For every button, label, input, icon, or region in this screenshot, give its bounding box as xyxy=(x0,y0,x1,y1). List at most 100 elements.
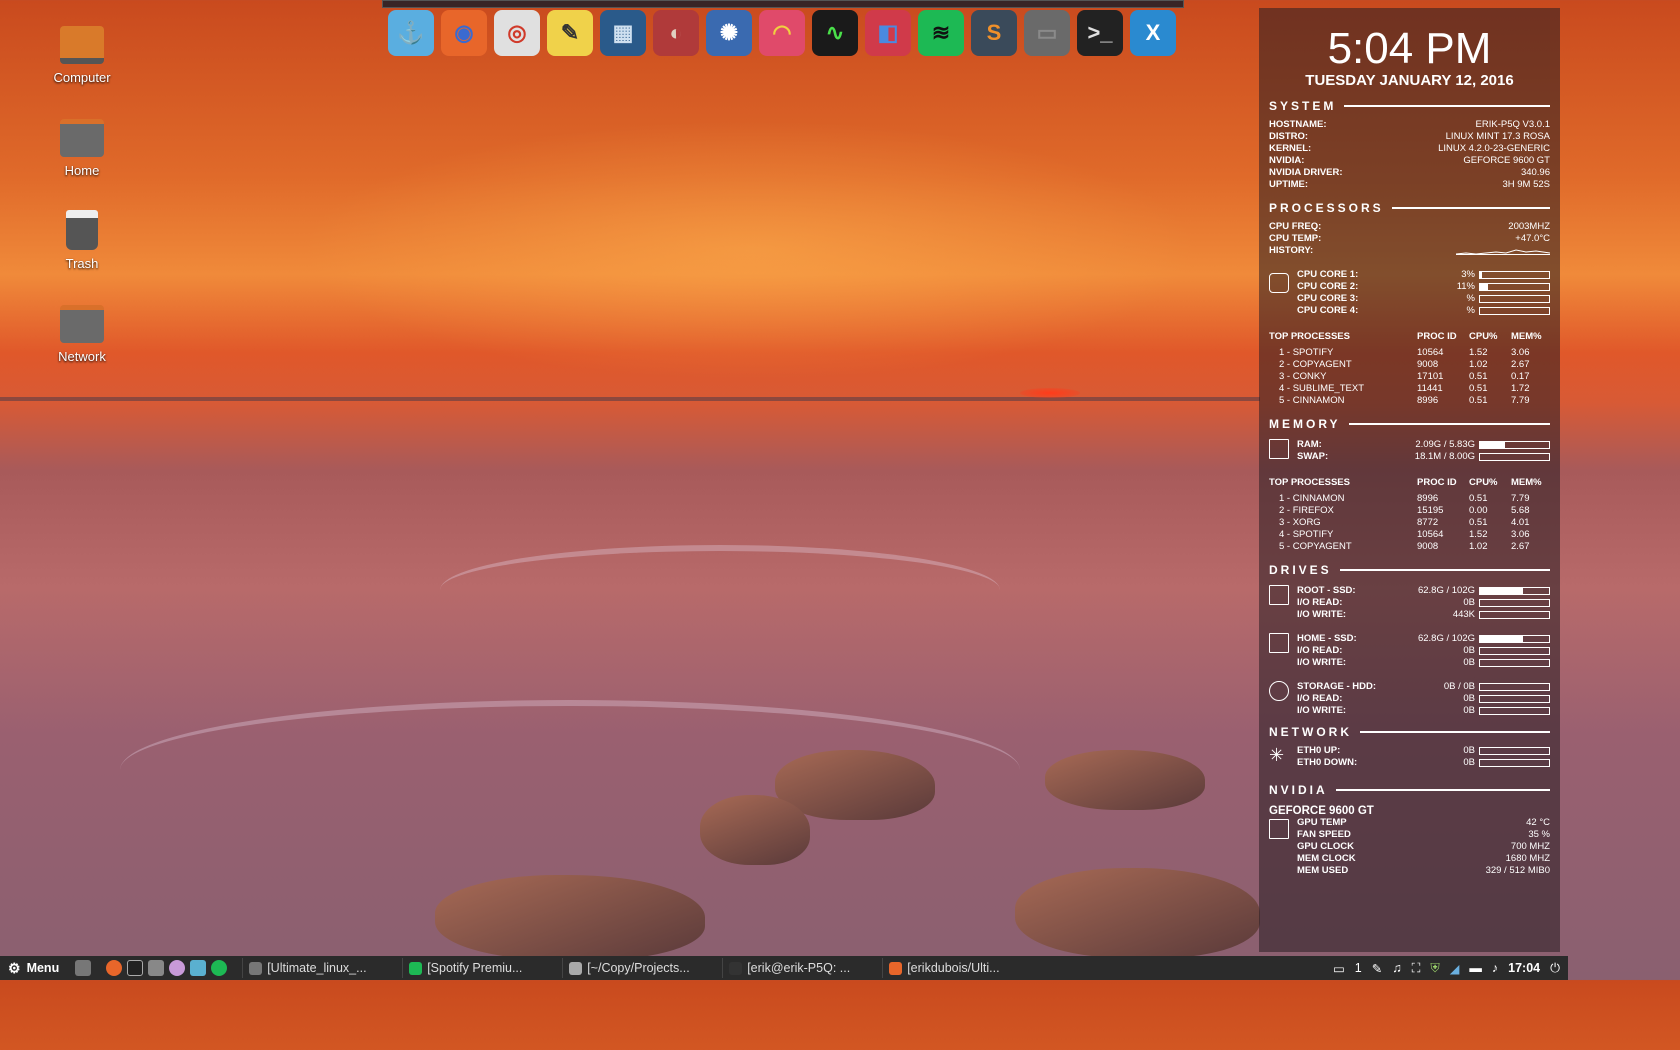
system-value: 3H 9M 52S xyxy=(1502,179,1550,190)
column-header: CPU% xyxy=(1469,331,1498,342)
network-key: ETH0 DOWN: xyxy=(1297,757,1358,768)
folder-icon[interactable]: ▭ xyxy=(1024,10,1070,56)
section-title: NVIDIA xyxy=(1269,783,1328,797)
drive-bar-fill xyxy=(1480,588,1523,594)
taskbar-window-button[interactable]: [~/Copy/Projects... xyxy=(562,958,718,978)
home-drive-icon xyxy=(1269,633,1289,653)
chrome-icon[interactable]: ◎ xyxy=(494,10,540,56)
video-icon[interactable]: ▦ xyxy=(600,10,646,56)
system-monitor-icon[interactable]: ∿ xyxy=(812,10,858,56)
drive-row: I/O READ: 0B xyxy=(1297,645,1550,657)
process-row: 1 - SPOTIFY 10564 1.52 3.06 xyxy=(1269,347,1550,359)
process-cell: 0.00 xyxy=(1469,505,1488,516)
drive-value: 62.8G / 102G xyxy=(1417,585,1475,596)
process-row: 1 - CINNAMON 8996 0.51 7.79 xyxy=(1269,493,1550,505)
cpu-history-sparkline xyxy=(1456,249,1550,255)
desktop-icon-network[interactable]: Network xyxy=(27,305,137,364)
section-title: SYSTEM xyxy=(1269,99,1337,113)
swap-bar xyxy=(1479,453,1550,461)
battery-icon[interactable]: ▬ xyxy=(1469,961,1482,975)
taskbar-window-button[interactable]: [erikdubois/Ulti... xyxy=(882,958,1038,978)
drive-group: ROOT - SSD: 62.8G / 102G I/O READ: 0B I/O WR… xyxy=(1269,585,1550,621)
show-desktop-icon[interactable] xyxy=(75,960,92,976)
rainbow-icon[interactable]: ◠ xyxy=(759,10,805,56)
drive-row: I/O WRITE: 0B xyxy=(1297,657,1550,669)
cpu-core-row: CPU CORE 2: 11% xyxy=(1297,281,1550,293)
cpu-history-label: HISTORY: xyxy=(1269,245,1314,256)
folder-icon[interactable] xyxy=(148,960,165,976)
wallpaper-rock xyxy=(435,875,705,960)
cpu-core-value: 3% xyxy=(1461,269,1475,280)
photo-viewer-icon[interactable]: ◐ xyxy=(653,10,699,56)
process-cell: 0.51 xyxy=(1469,371,1488,382)
process-cell: 1.52 xyxy=(1469,529,1488,540)
process-name: 2 - FIREFOX xyxy=(1279,505,1334,516)
shutter-icon[interactable]: ✺ xyxy=(706,10,752,56)
desktop-icon-trash[interactable]: Trash xyxy=(27,210,137,271)
terminal-icon[interactable]: >_ xyxy=(1077,10,1123,56)
nvidia-row: GPU CLOCK 700 MHZ xyxy=(1297,841,1550,853)
wallpaper-sky-glow xyxy=(300,120,1200,380)
drive-row: STORAGE - HDD: 0B / 0B xyxy=(1297,681,1550,693)
workspace-indicator[interactable]: 1 xyxy=(1355,961,1362,975)
process-cell: 7.79 xyxy=(1511,395,1530,406)
terminal-icon[interactable] xyxy=(127,960,144,976)
desktop-icon-label: Network xyxy=(58,349,106,364)
music-icon[interactable]: ♫ xyxy=(1392,961,1401,975)
window-title: [Ultimate_linux_... xyxy=(267,961,367,975)
drive-value: 0B xyxy=(1463,657,1475,668)
power-icon[interactable]: ⏻ xyxy=(1550,961,1560,976)
menu-button[interactable]: ⚙ Menu xyxy=(0,960,67,977)
process-name: 3 - XORG xyxy=(1279,517,1321,528)
network-tray-icon[interactable]: ◢ xyxy=(1450,961,1460,976)
conky-panel: 5:04 PM TUESDAY JANUARY 12, 2016 SYSTEM … xyxy=(1259,8,1560,952)
taskbar-window-button[interactable]: [Spotify Premiu... xyxy=(402,958,558,978)
process-cell: 0.51 xyxy=(1469,517,1488,528)
dock-bar xyxy=(382,0,1184,8)
nvidia-key: FAN SPEED xyxy=(1297,829,1351,840)
firefox-icon[interactable]: ◉ xyxy=(441,10,487,56)
wallpaper-rock xyxy=(1015,868,1260,958)
system-value: LINUX MINT 17.3 ROSA xyxy=(1445,131,1550,142)
drive-row: HOME - SSD: 62.8G / 102G xyxy=(1297,633,1550,645)
drive-key: I/O WRITE: xyxy=(1297,705,1347,716)
spotify-icon[interactable]: ≋ xyxy=(918,10,964,56)
chat-icon[interactable]: ▭ xyxy=(1333,961,1345,976)
desktop-icon-computer[interactable]: Computer xyxy=(27,26,137,85)
taskbar-window-button[interactable]: [erik@erik-P5Q: ... xyxy=(722,958,878,978)
drive-bar xyxy=(1479,635,1550,643)
volume-icon[interactable]: ♪ xyxy=(1492,961,1498,975)
nvidia-row: MEM CLOCK 1680 MHZ xyxy=(1297,853,1550,865)
drive-value: 0B xyxy=(1463,693,1475,704)
xapp-icon[interactable]: X xyxy=(1130,10,1176,56)
column-header: CPU% xyxy=(1469,477,1498,488)
process-cell: 9008 xyxy=(1417,359,1439,370)
sublime-icon[interactable]: S xyxy=(971,10,1017,56)
drive-key: HOME - SSD: xyxy=(1297,633,1357,644)
storage-drive-icon xyxy=(1269,681,1289,701)
memory-usage: RAM: 2.09G / 5.83G SWAP: 18.1M / 8.00G xyxy=(1269,439,1550,463)
expand-icon[interactable]: ⛶ xyxy=(1412,961,1421,976)
anchor-icon[interactable]: ⚓ xyxy=(388,10,434,56)
firefox-icon[interactable] xyxy=(106,960,123,976)
drives-info: ROOT - SSD: 62.8G / 102G I/O READ: 0B I/O WR… xyxy=(1269,585,1550,717)
notes-icon[interactable]: ✎ xyxy=(547,10,593,56)
pen-icon[interactable]: ✎ xyxy=(1372,961,1382,976)
window-list: [Ultimate_linux_... [Spotify Premiu... [~/… xyxy=(238,958,1038,978)
spotify-icon[interactable] xyxy=(211,960,228,976)
process-cell: 0.17 xyxy=(1511,371,1530,382)
cpu-cores: CPU CORE 1: 3% CPU CORE 2: 11% CPU CORE 3:% C… xyxy=(1269,269,1550,317)
pidgin-icon[interactable] xyxy=(169,960,186,976)
tools-icon[interactable]: ◧ xyxy=(865,10,911,56)
desktop-icon-home[interactable]: Home xyxy=(27,119,137,178)
process-row: 4 - SPOTIFY 10564 1.52 3.06 xyxy=(1269,529,1550,541)
cpu-temp-label: CPU TEMP: xyxy=(1269,233,1322,244)
network-value: 0B xyxy=(1463,757,1475,768)
drive-key: I/O READ: xyxy=(1297,597,1343,608)
shield-icon[interactable]: ⛨ xyxy=(1430,961,1439,976)
root-drive-icon xyxy=(1269,585,1289,605)
drive-value: 0B xyxy=(1463,597,1475,608)
image-viewer-icon[interactable] xyxy=(190,960,207,976)
taskbar-clock[interactable]: 17:04 xyxy=(1508,961,1540,975)
taskbar-window-button[interactable]: [Ultimate_linux_... xyxy=(242,958,398,978)
